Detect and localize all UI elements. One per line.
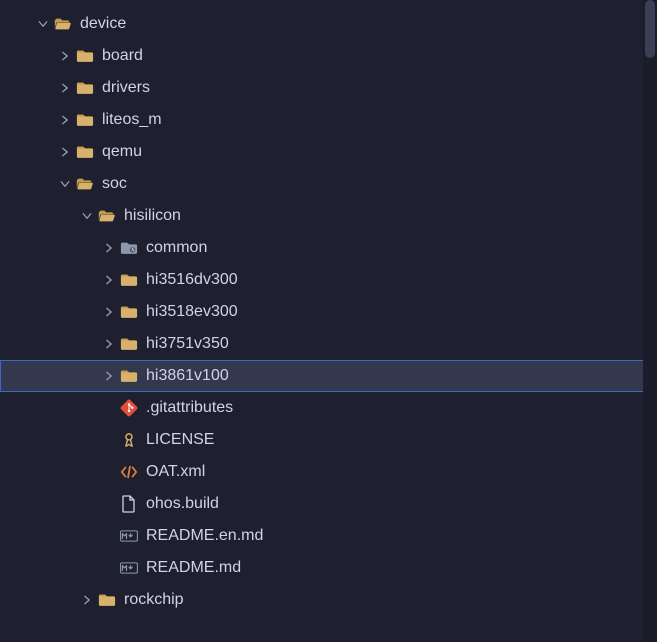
tree-item-label: .gitattributes [146, 392, 233, 424]
folder-icon [76, 111, 94, 129]
folder-special-icon [120, 239, 138, 257]
tree-item-label: hi3516dv300 [146, 264, 238, 296]
git-icon [120, 399, 138, 417]
chevron-right-icon[interactable] [102, 369, 116, 383]
tree-row[interactable]: liteos_m [0, 104, 657, 136]
folder-icon [120, 335, 138, 353]
chevron-right-icon[interactable] [102, 337, 116, 351]
folder-icon [76, 79, 94, 97]
tree-row[interactable]: hi3518ev300 [0, 296, 657, 328]
tree-item-label: hi3518ev300 [146, 296, 238, 328]
tree-row[interactable]: README.en.md [0, 520, 657, 552]
file-icon [120, 495, 138, 513]
license-icon [120, 431, 138, 449]
folder-icon [120, 271, 138, 289]
chevron-right-icon[interactable] [102, 241, 116, 255]
chevron-right-icon[interactable] [58, 49, 72, 63]
tree-item-label: README.en.md [146, 520, 263, 552]
tree-row[interactable]: hi3751v350 [0, 328, 657, 360]
tree-row[interactable]: hi3861v100 [0, 360, 657, 392]
tree-item-label: qemu [102, 136, 142, 168]
tree-row[interactable]: LICENSE [0, 424, 657, 456]
tree-item-label: hisilicon [124, 200, 181, 232]
tree-item-label: OAT.xml [146, 456, 205, 488]
folder-open-icon [98, 207, 116, 225]
chevron-right-icon[interactable] [102, 305, 116, 319]
tree-row[interactable]: ohos.build [0, 488, 657, 520]
chevron-down-icon[interactable] [80, 209, 94, 223]
folder-icon [76, 143, 94, 161]
tree-row[interactable]: drivers [0, 72, 657, 104]
tree-row[interactable]: hisilicon [0, 200, 657, 232]
tree-item-label: board [102, 40, 143, 72]
tree-item-label: README.md [146, 552, 241, 584]
chevron-down-icon[interactable] [36, 17, 50, 31]
scrollbar-track[interactable] [643, 0, 657, 642]
tree-item-label: device [80, 8, 126, 40]
folder-icon [120, 367, 138, 385]
chevron-down-icon[interactable] [58, 177, 72, 191]
tree-item-label: rockchip [124, 584, 184, 616]
chevron-right-icon[interactable] [80, 593, 94, 607]
tree-row[interactable]: device [0, 8, 657, 40]
tree-row[interactable]: rockchip [0, 584, 657, 616]
folder-icon [98, 591, 116, 609]
tree-row[interactable]: OAT.xml [0, 456, 657, 488]
tree-item-label: hi3861v100 [146, 360, 229, 392]
chevron-right-icon[interactable] [58, 113, 72, 127]
folder-icon [120, 303, 138, 321]
tree-row[interactable]: common [0, 232, 657, 264]
chevron-right-icon[interactable] [58, 145, 72, 159]
md-icon [120, 559, 138, 577]
tree-row[interactable]: .gitattributes [0, 392, 657, 424]
folder-icon [76, 47, 94, 65]
tree-row[interactable]: hi3516dv300 [0, 264, 657, 296]
xml-icon [120, 463, 138, 481]
chevron-right-icon[interactable] [58, 81, 72, 95]
folder-open-icon [54, 15, 72, 33]
tree-item-label: ohos.build [146, 488, 219, 520]
tree-row[interactable]: soc [0, 168, 657, 200]
tree-item-label: drivers [102, 72, 150, 104]
scrollbar-thumb[interactable] [645, 0, 655, 58]
tree-item-label: common [146, 232, 207, 264]
tree-row[interactable]: qemu [0, 136, 657, 168]
file-tree: deviceboarddriversliteos_mqemusochisilic… [0, 0, 657, 616]
md-icon [120, 527, 138, 545]
tree-item-label: liteos_m [102, 104, 162, 136]
tree-item-label: LICENSE [146, 424, 214, 456]
tree-item-label: soc [102, 168, 127, 200]
tree-row[interactable]: board [0, 40, 657, 72]
chevron-right-icon[interactable] [102, 273, 116, 287]
tree-row[interactable]: README.md [0, 552, 657, 584]
tree-item-label: hi3751v350 [146, 328, 229, 360]
folder-open-icon [76, 175, 94, 193]
